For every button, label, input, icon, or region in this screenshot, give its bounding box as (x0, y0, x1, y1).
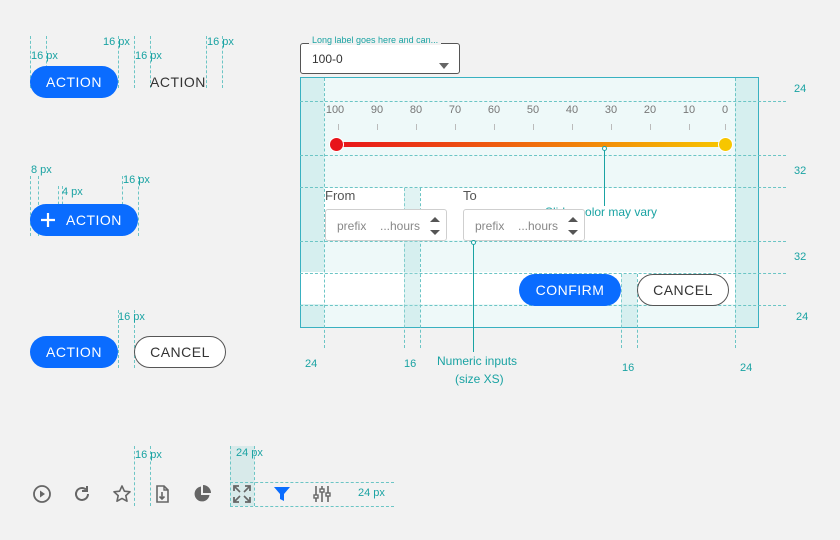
guide-line (300, 187, 786, 188)
action-text-button[interactable]: ACTION (150, 66, 206, 98)
slider-handle-max[interactable] (718, 137, 733, 152)
select-floating-label: Long label goes here and can... (309, 35, 442, 45)
spacing-label: 24 px (358, 487, 385, 499)
measure-24: 24 (305, 358, 318, 370)
from-label: From (325, 188, 356, 203)
slider-handle-min[interactable] (329, 137, 344, 152)
padding-highlight (735, 78, 758, 327)
range-select[interactable]: 100-0 (300, 43, 460, 74)
slider-tick (689, 124, 690, 130)
from-number-input[interactable]: prefix ... hours (325, 209, 447, 241)
tick-label: 90 (370, 104, 384, 116)
tick-label: 60 (487, 104, 501, 116)
guide-line (300, 101, 786, 102)
expand-icon[interactable] (230, 482, 254, 506)
slider-tick (338, 124, 339, 130)
chevron-down-icon (439, 56, 449, 74)
measure-24: 24 (794, 83, 807, 95)
tick-label: 70 (448, 104, 462, 116)
slider-tick (377, 124, 378, 130)
spacing-label: 16 px (118, 311, 145, 323)
pie-chart-icon[interactable] (190, 482, 214, 506)
guide-line (134, 36, 135, 88)
add-action-label: ACTION (66, 212, 122, 228)
select-value: 100-0 (312, 52, 343, 66)
tick-label: 20 (643, 104, 657, 116)
tick-label: 30 (604, 104, 618, 116)
cancel-button[interactable]: CANCEL (637, 274, 729, 306)
inputs-annotation-line1: Numeric inputs (437, 354, 518, 368)
input-prefix: prefix (337, 219, 367, 233)
guide-line (230, 506, 394, 507)
to-label: To (463, 188, 477, 203)
spacing-label: 16 px (103, 36, 130, 48)
sliders-icon[interactable] (310, 482, 334, 506)
slider-tick (650, 124, 651, 130)
slider-tick (533, 124, 534, 130)
measure-24: 24 (740, 362, 753, 374)
to-number-input[interactable]: prefix ... hours (463, 209, 585, 241)
tick-label: 10 (682, 104, 696, 116)
input-suffix: hours (528, 219, 559, 233)
inputs-annotation-line2: (size XS) (455, 372, 504, 386)
quantity-stepper[interactable] (566, 213, 580, 239)
action-button[interactable]: ACTION (30, 66, 118, 98)
tick-label: 0 (721, 104, 729, 116)
measure-16: 16 (404, 358, 417, 370)
measure-32: 32 (794, 251, 807, 263)
slider-tick (455, 124, 456, 130)
slider-tick (416, 124, 417, 130)
tick-label: 80 (409, 104, 423, 116)
measure-24: 24 (796, 311, 809, 323)
tick-label: 50 (526, 104, 540, 116)
spacing-label: 16 px (123, 174, 150, 186)
add-action-button[interactable]: ACTION (30, 204, 138, 236)
cancel-button[interactable]: CANCEL (134, 336, 226, 368)
annotation-line (604, 148, 605, 206)
file-export-icon[interactable] (150, 482, 174, 506)
spacing-highlight (621, 274, 637, 327)
action-button[interactable]: ACTION (30, 336, 118, 368)
spacing-label: 16 px (135, 449, 162, 461)
guide-line (735, 78, 736, 348)
annotation-dot (471, 240, 476, 245)
play-circle-icon[interactable] (30, 482, 54, 506)
input-suffix: hours (390, 219, 421, 233)
plus-icon (40, 212, 56, 228)
measure-16: 16 (622, 362, 635, 374)
guide-line (300, 155, 786, 156)
refresh-icon[interactable] (70, 482, 94, 506)
actions-row-left (301, 272, 324, 304)
tick-label: 40 (565, 104, 579, 116)
slider-track[interactable] (337, 142, 726, 147)
input-value: ... (518, 219, 529, 233)
measure-32: 32 (794, 165, 807, 177)
annotation-line (473, 242, 474, 352)
guide-line (300, 241, 786, 242)
spacing-label: 8 px (31, 164, 52, 176)
tick-label: 100 (325, 104, 345, 116)
slider-tick (725, 124, 726, 130)
spacing-label: 16 px (135, 50, 162, 62)
spacing-label: 16 px (207, 36, 234, 48)
annotation-dot (602, 146, 607, 151)
quantity-stepper[interactable] (428, 213, 442, 239)
star-icon[interactable] (110, 482, 134, 506)
spacing-label: 24 px (236, 447, 263, 459)
input-value: ... (380, 219, 391, 233)
slider-tick (572, 124, 573, 130)
spacing-label: 4 px (62, 186, 83, 198)
input-prefix: prefix (475, 219, 505, 233)
filter-icon[interactable] (270, 482, 294, 506)
slider-tick (494, 124, 495, 130)
confirm-button[interactable]: CONFIRM (519, 274, 621, 306)
slider-tick (611, 124, 612, 130)
spacing-label: 16 px (31, 50, 58, 62)
